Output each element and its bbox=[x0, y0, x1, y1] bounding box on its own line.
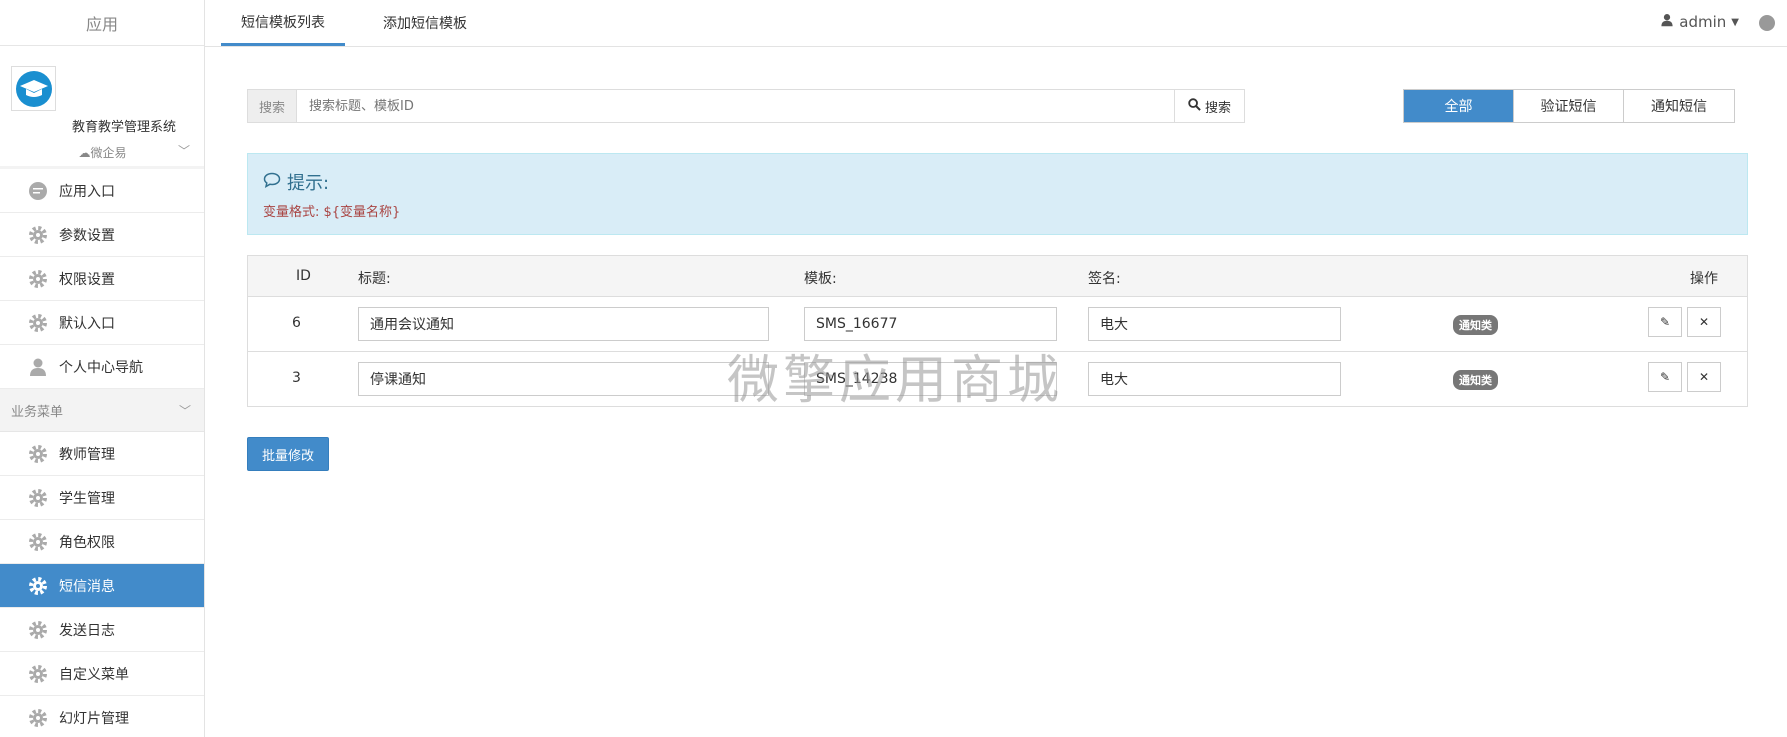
settings-circle-icon[interactable] bbox=[1759, 15, 1775, 31]
table-row: 3 停课通知 SMS_14238 电大 通知类 ✎ ✕ bbox=[248, 352, 1747, 407]
type-badge: 通知类 bbox=[1453, 315, 1498, 335]
template-input[interactable]: SMS_16677 bbox=[804, 307, 1057, 341]
search-icon bbox=[1188, 97, 1201, 115]
gear-icon bbox=[27, 707, 49, 729]
title-input[interactable]: 通用会议通知 bbox=[358, 307, 769, 341]
edit-icon: ✎ bbox=[1659, 315, 1671, 329]
sign-input[interactable]: 电大 bbox=[1088, 362, 1341, 396]
gear-icon bbox=[27, 224, 49, 246]
filter-all[interactable]: 全部 bbox=[1404, 90, 1514, 122]
sidebar-item-teachers[interactable]: 教师管理 bbox=[0, 432, 204, 476]
row-id: 3 bbox=[292, 370, 301, 386]
header-id: ID bbox=[296, 268, 311, 284]
edit-button[interactable]: ✎ bbox=[1648, 362, 1682, 392]
filter-verify-sms[interactable]: 验证短信 bbox=[1514, 90, 1624, 122]
gear-icon bbox=[27, 531, 49, 553]
sidebar-header: 应用 bbox=[0, 0, 204, 46]
user-icon bbox=[27, 356, 49, 378]
tip-box: 提示: 变量格式: ${变量名称} bbox=[247, 153, 1748, 235]
gear-icon bbox=[27, 575, 49, 597]
sidebar-item-roles[interactable]: 角色权限 bbox=[0, 520, 204, 564]
gear-icon bbox=[27, 487, 49, 509]
wei-label: ☁微企易 bbox=[78, 146, 127, 160]
sidebar-item-permissions[interactable]: 权限设置 bbox=[0, 257, 204, 301]
sidebar-menu-top: 应用入口 参数设置 权限设置 默认入口 个人中心导航 业务菜单 ﹀ 教师管理 学 bbox=[0, 169, 204, 737]
header-sign: 签名: bbox=[1088, 271, 1121, 287]
close-icon: ✕ bbox=[1698, 370, 1710, 384]
tip-body: 变量格式: ${变量名称} bbox=[263, 205, 401, 220]
type-badge: 通知类 bbox=[1453, 370, 1498, 390]
comment-icon bbox=[263, 172, 281, 193]
table-header: ID 标题: 模板: 签名: 操作 bbox=[248, 256, 1747, 297]
header-template: 模板: bbox=[804, 271, 837, 287]
sidebar-item-send-log[interactable]: 发送日志 bbox=[0, 608, 204, 652]
tab-add-sms-template[interactable]: 添加短信模板 bbox=[369, 0, 481, 46]
tip-title: 提示: bbox=[263, 169, 329, 195]
app-name: 教育教学管理系统 bbox=[72, 120, 177, 135]
sidebar: 应用 教育教学管理系统 ☁微企易 ﹀ 应用入口 参数设置 权限设置 默认入口 个… bbox=[0, 0, 205, 737]
delete-button[interactable]: ✕ bbox=[1687, 307, 1721, 337]
sidebar-section-business[interactable]: 业务菜单 ﹀ bbox=[0, 389, 204, 432]
topbar: 短信模板列表 添加短信模板 admin ▼ bbox=[205, 0, 1787, 47]
batch-edit-button[interactable]: 批量修改 bbox=[247, 437, 329, 471]
user-icon bbox=[1660, 13, 1674, 31]
close-icon: ✕ bbox=[1698, 315, 1710, 329]
sign-input[interactable]: 电大 bbox=[1088, 307, 1341, 341]
main-content: 搜索 搜索 全部 验证短信 通知短信 提示: 变量格式: ${变量名称} ID … bbox=[205, 47, 1787, 737]
sidebar-item-app-entry[interactable]: 应用入口 bbox=[0, 169, 204, 213]
edit-icon: ✎ bbox=[1659, 370, 1671, 384]
caret-down-icon: ▼ bbox=[1731, 16, 1739, 28]
search-label: 搜索 bbox=[248, 90, 297, 122]
sidebar-item-sms[interactable]: 短信消息 bbox=[0, 564, 204, 608]
gear-icon bbox=[27, 443, 49, 465]
search-button[interactable]: 搜索 bbox=[1174, 90, 1244, 122]
sidebar-item-params[interactable]: 参数设置 bbox=[0, 213, 204, 257]
user-menu[interactable]: admin ▼ bbox=[1660, 13, 1739, 31]
sidebar-item-default-entry[interactable]: 默认入口 bbox=[0, 301, 204, 345]
header-title: 标题: bbox=[358, 271, 391, 287]
edit-button[interactable]: ✎ bbox=[1648, 307, 1682, 337]
title-input[interactable]: 停课通知 bbox=[358, 362, 769, 396]
delete-button[interactable]: ✕ bbox=[1687, 362, 1721, 392]
row-id: 6 bbox=[292, 315, 301, 331]
gear-icon bbox=[27, 268, 49, 290]
filter-notify-sms[interactable]: 通知短信 bbox=[1624, 90, 1734, 122]
sms-template-table: ID 标题: 模板: 签名: 操作 6 通用会议通知 SMS_16677 电大 … bbox=[247, 255, 1748, 407]
wechat-icon: ☁ bbox=[78, 146, 91, 160]
table-row: 6 通用会议通知 SMS_16677 电大 通知类 ✎ ✕ bbox=[248, 297, 1747, 352]
chevron-down-icon[interactable]: ﹀ bbox=[178, 142, 190, 159]
filter-group: 全部 验证短信 通知短信 bbox=[1403, 89, 1735, 123]
graduation-cap-icon bbox=[15, 70, 52, 107]
app-logo bbox=[11, 66, 56, 111]
gear-icon bbox=[27, 619, 49, 641]
gear-icon bbox=[27, 663, 49, 685]
gear-icon bbox=[27, 312, 49, 334]
sidebar-item-user-center-nav[interactable]: 个人中心导航 bbox=[0, 345, 204, 389]
tab-sms-template-list[interactable]: 短信模板列表 bbox=[221, 0, 345, 46]
search-group: 搜索 搜索 bbox=[247, 89, 1245, 123]
header-action: 操作 bbox=[1690, 271, 1718, 287]
sidebar-item-custom-menu[interactable]: 自定义菜单 bbox=[0, 652, 204, 696]
template-input[interactable]: SMS_14238 bbox=[804, 362, 1057, 396]
search-input[interactable] bbox=[297, 90, 1174, 122]
sidebar-item-students[interactable]: 学生管理 bbox=[0, 476, 204, 520]
chevron-down-icon: ﹀ bbox=[178, 403, 191, 418]
chat-icon bbox=[27, 180, 49, 202]
sidebar-item-slides[interactable]: 幻灯片管理 bbox=[0, 696, 204, 737]
